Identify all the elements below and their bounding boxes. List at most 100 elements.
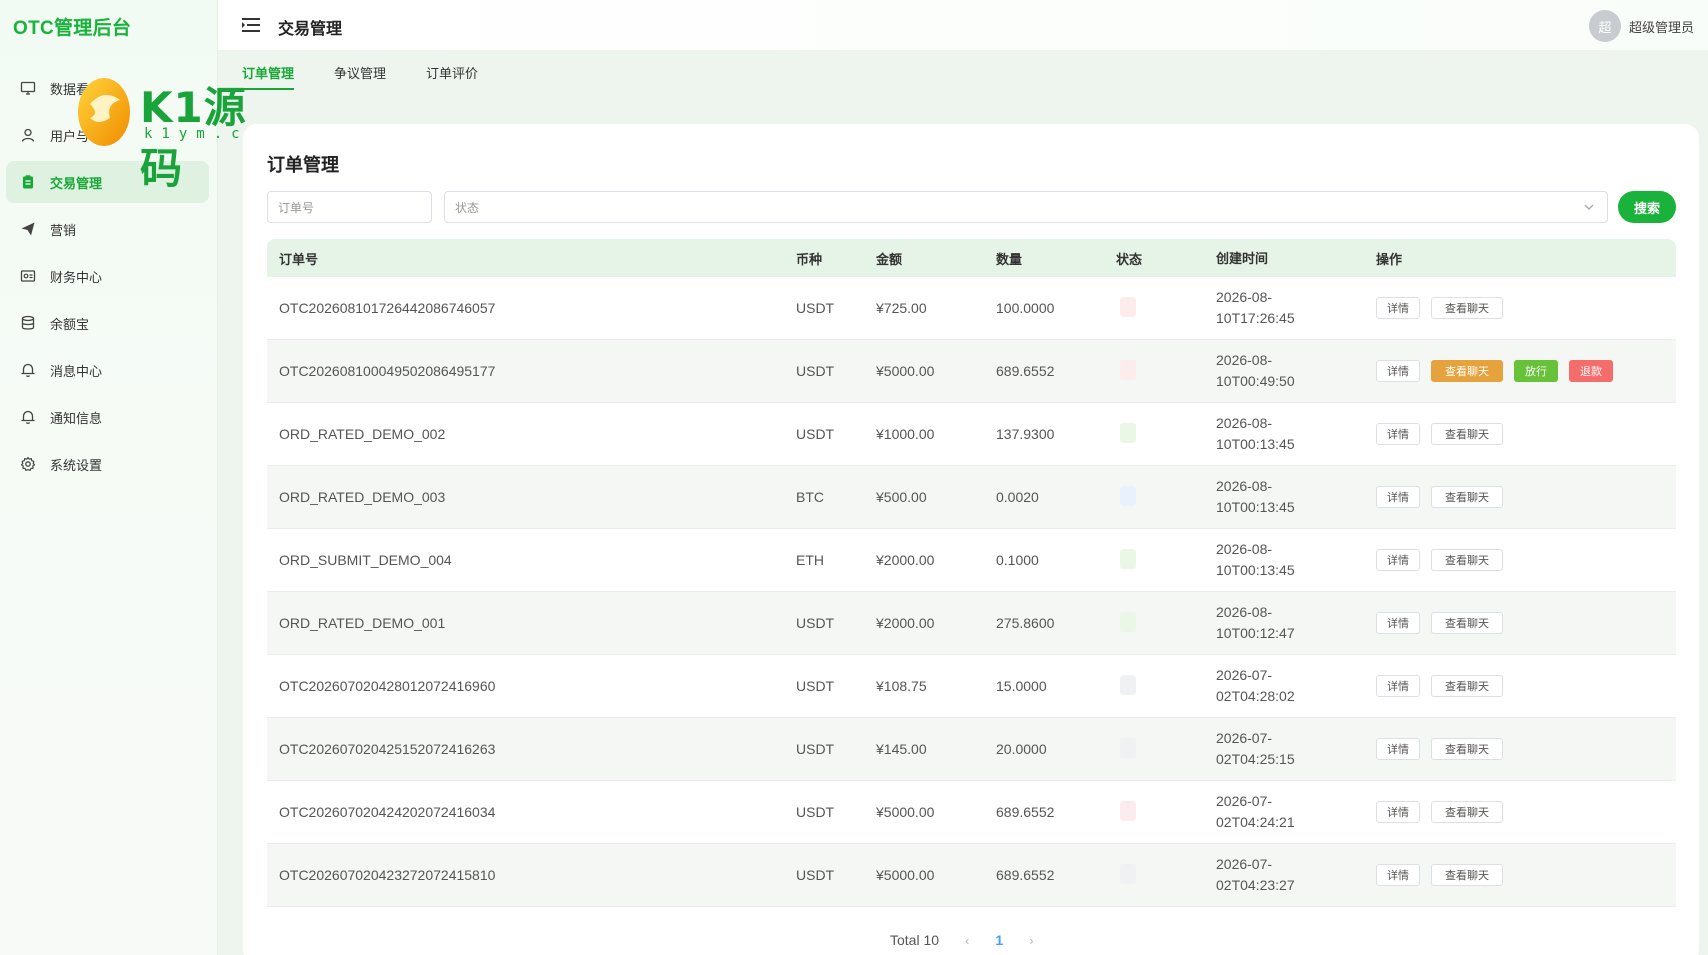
detail-button[interactable]: 详情 xyxy=(1376,864,1420,886)
time-date: 2026-08- xyxy=(1216,289,1273,305)
status-placeholder: 状态 xyxy=(455,200,480,215)
search-button[interactable]: 搜索 xyxy=(1618,191,1676,223)
menu-fold-icon[interactable] xyxy=(242,17,260,33)
detail-button[interactable]: 详情 xyxy=(1376,360,1420,382)
pagination-total: Total 10 xyxy=(890,932,940,948)
detail-button[interactable]: 详情 xyxy=(1376,297,1420,319)
col-coin: 币种 xyxy=(796,251,823,267)
release-button[interactable]: 放行 xyxy=(1514,360,1558,382)
sidebar-item-2[interactable]: 交易管理 xyxy=(6,161,209,203)
time-clock: 02T04:25:15 xyxy=(1216,751,1295,767)
view-chat-button[interactable]: 查看聊天 xyxy=(1431,675,1503,697)
table-row: ORD_RATED_DEMO_001 USDT ¥2000.00 275.8600 20… xyxy=(267,592,1676,655)
detail-button[interactable]: 详情 xyxy=(1376,486,1420,508)
view-chat-button[interactable]: 查看聊天 xyxy=(1431,864,1503,886)
sidebar-item-label: 交易管理 xyxy=(50,175,103,191)
quantity-cell: 0.1000 xyxy=(996,552,1039,568)
view-chat-button[interactable]: 查看聊天 xyxy=(1431,360,1503,382)
status-badge xyxy=(1120,737,1136,758)
detail-button[interactable]: 详情 xyxy=(1376,738,1420,760)
database-icon xyxy=(20,315,36,331)
tab-dispute-management[interactable]: 争议管理 xyxy=(334,63,386,90)
sidebar-item-5[interactable]: 余额宝 xyxy=(6,302,209,344)
table-row: ORD_RATED_DEMO_002 USDT ¥1000.00 137.9300 20… xyxy=(267,403,1676,466)
coin-cell: USDT xyxy=(796,300,835,316)
status-select[interactable]: 状态 xyxy=(444,191,1608,223)
detail-button[interactable]: 详情 xyxy=(1376,612,1420,634)
sidebar-nav: 数据看板用户与交易管理营销财务中心余额宝消息中心通知信息系统设置 xyxy=(6,67,209,490)
view-chat-button[interactable]: 查看聊天 xyxy=(1431,486,1503,508)
view-chat-button[interactable]: 查看聊天 xyxy=(1431,801,1503,823)
status-cell xyxy=(1104,422,1204,446)
sidebar-item-label: 营销 xyxy=(50,222,77,238)
sidebar-item-1[interactable]: 用户与 xyxy=(6,114,209,156)
detail-button[interactable]: 详情 xyxy=(1376,675,1420,697)
sidebar-item-0[interactable]: 数据看板 xyxy=(6,67,209,109)
table-row: OTC202607020423272072415810 USDT ¥5000.00 6… xyxy=(267,844,1676,907)
user-menu[interactable]: 超 超级管理员 xyxy=(1588,10,1694,42)
order-number-input[interactable]: 订单号 xyxy=(267,191,432,223)
avatar[interactable]: 超 xyxy=(1588,10,1621,42)
detail-button[interactable]: 详情 xyxy=(1376,801,1420,823)
order-number-cell: OTC202607020428012072416960 xyxy=(279,678,496,694)
status-cell xyxy=(1104,737,1204,761)
sidebar-item-7[interactable]: 通知信息 xyxy=(6,396,209,438)
detail-button[interactable]: 详情 xyxy=(1376,423,1420,445)
status-cell xyxy=(1104,485,1204,509)
brand-logo: OTC管理后台 xyxy=(13,18,132,39)
tab-order-review[interactable]: 订单评价 xyxy=(426,63,478,90)
pagination: Total 10 ‹ 1 › xyxy=(890,932,1034,948)
quantity-cell: 100.0000 xyxy=(996,300,1055,316)
tab-order-management[interactable]: 订单管理 xyxy=(242,63,295,90)
view-chat-button[interactable]: 查看聊天 xyxy=(1431,549,1503,571)
sidebar-item-4[interactable]: 财务中心 xyxy=(6,255,209,297)
orders-table: 订单号 币种 金额 数量 状态 创建时间 操作 OTC2026081017264… xyxy=(267,239,1676,907)
table-row: OTC202608101726442086746057 USDT ¥725.00 10… xyxy=(267,277,1676,340)
view-chat-button[interactable]: 查看聊天 xyxy=(1431,738,1503,760)
quantity-cell: 689.6552 xyxy=(996,867,1055,883)
page-number[interactable]: 1 xyxy=(995,932,1003,948)
col-actions: 操作 xyxy=(1376,251,1403,267)
sidebar-item-6[interactable]: 消息中心 xyxy=(6,349,209,391)
time-date: 2026-08- xyxy=(1216,541,1273,557)
table-row: OTC202607020424202072416034 USDT ¥5000.00 6… xyxy=(267,781,1676,844)
coin-cell: USDT xyxy=(796,804,835,820)
col-created-time: 创建时间 xyxy=(1216,250,1269,266)
time-date: 2026-07- xyxy=(1216,730,1273,746)
sidebar-item-label: 系统设置 xyxy=(50,457,103,473)
sidebar-item-label: 数据看板 xyxy=(50,81,103,97)
user-name[interactable]: 超级管理员 xyxy=(1629,17,1694,36)
sidebar-item-label: 通知信息 xyxy=(50,410,103,426)
coin-cell: ETH xyxy=(796,552,824,568)
coin-cell: USDT xyxy=(796,426,835,442)
prev-page-icon[interactable]: ‹ xyxy=(965,933,969,948)
time-clock: 10T17:26:45 xyxy=(1216,310,1295,326)
order-number-cell: ORD_RATED_DEMO_003 xyxy=(279,489,446,505)
order-number-cell: OTC202607020423272072415810 xyxy=(279,867,496,883)
quantity-cell: 137.9300 xyxy=(996,426,1055,442)
view-chat-button[interactable]: 查看聊天 xyxy=(1431,612,1503,634)
status-badge xyxy=(1120,800,1136,821)
amount-cell: ¥500.00 xyxy=(876,489,927,505)
view-chat-button[interactable]: 查看聊天 xyxy=(1431,423,1503,445)
sidebar-item-3[interactable]: 营销 xyxy=(6,208,209,250)
status-badge xyxy=(1120,863,1136,884)
time-clock: 10T00:13:45 xyxy=(1216,436,1295,452)
time-clock: 10T00:12:47 xyxy=(1216,625,1295,641)
view-chat-button[interactable]: 查看聊天 xyxy=(1431,297,1503,319)
created-time-cell: 2026-08- 10T00:13:45 xyxy=(1204,413,1364,455)
status-badge xyxy=(1120,296,1136,317)
next-page-icon[interactable]: › xyxy=(1029,933,1033,948)
refund-button[interactable]: 退款 xyxy=(1569,360,1613,382)
sidebar-item-label: 财务中心 xyxy=(50,269,103,285)
coin-cell: BTC xyxy=(796,489,824,505)
detail-button[interactable]: 详情 xyxy=(1376,549,1420,571)
sidebar-item-8[interactable]: 系统设置 xyxy=(6,443,209,485)
actions-cell: 详情 查看聊天 xyxy=(1364,486,1676,508)
time-date: 2026-08- xyxy=(1216,415,1273,431)
actions-cell: 详情 查看聊天 放行 退款 xyxy=(1364,360,1676,382)
col-status: 状态 xyxy=(1116,251,1143,267)
created-time-cell: 2026-07- 02T04:24:21 xyxy=(1204,791,1364,833)
created-time-cell: 2026-08- 10T00:49:50 xyxy=(1204,350,1364,392)
amount-cell: ¥725.00 xyxy=(876,300,927,316)
